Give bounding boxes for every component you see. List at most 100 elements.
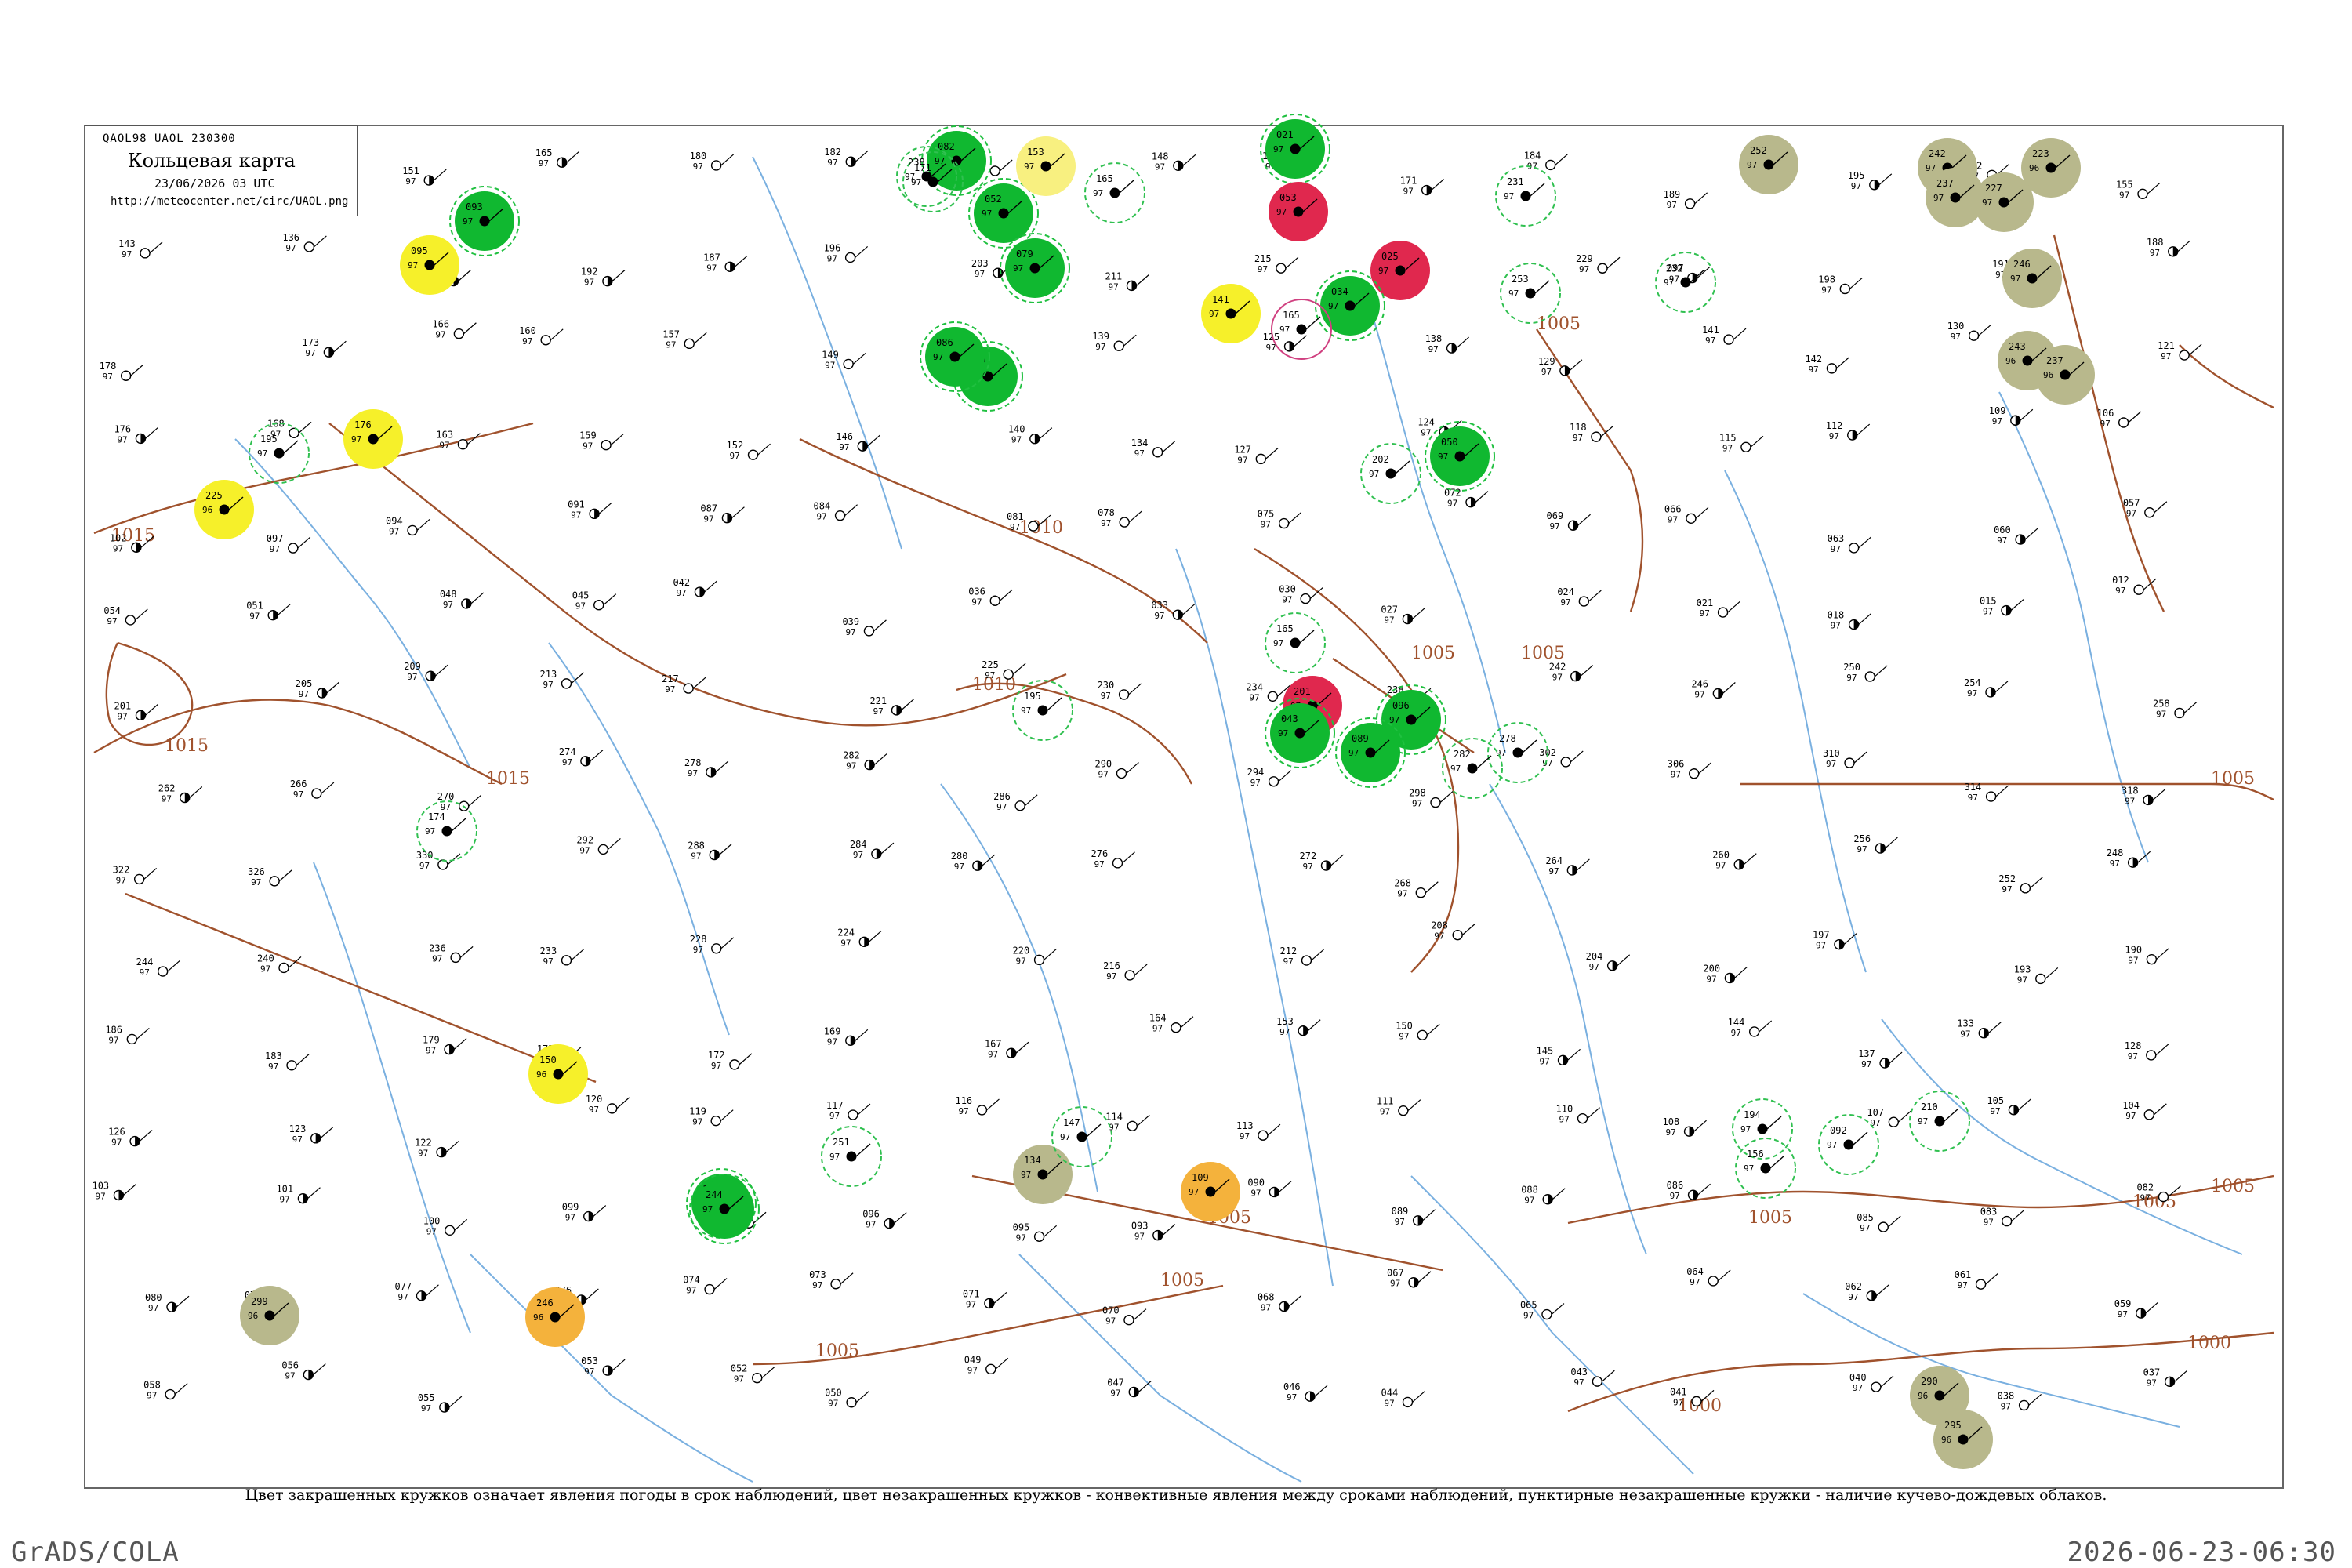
station-temp: 97 xyxy=(676,588,686,598)
station-pressure: 145 xyxy=(1537,1045,1554,1056)
station-circle xyxy=(1171,1022,1181,1033)
station-circle xyxy=(1300,593,1311,604)
station-pressure: 121 xyxy=(2158,340,2175,351)
station-pressure: 229 xyxy=(1576,253,1593,264)
station-temp: 97 xyxy=(425,826,435,837)
station-temp: 97 xyxy=(1240,1131,1250,1142)
station-temp: 97 xyxy=(285,243,296,253)
station-temp: 97 xyxy=(1093,188,1103,198)
station-pressure: 099 xyxy=(562,1202,579,1213)
station-temp: 97 xyxy=(734,1374,744,1385)
station-temp: 97 xyxy=(2125,796,2135,806)
station-circle xyxy=(1686,513,1697,524)
station-pressure: 286 xyxy=(993,791,1011,802)
weather-station-green: 08697 xyxy=(920,321,990,392)
station-pressure: 242 xyxy=(1549,662,1566,673)
station-pressure: 134 xyxy=(1024,1155,1041,1166)
station-pressure: 220 xyxy=(1013,945,1030,956)
station-temp: 97 xyxy=(1700,608,1710,619)
station-temp: 97 xyxy=(2119,190,2129,200)
station-pressure: 223 xyxy=(2032,148,2049,159)
station-temp: 97 xyxy=(1450,764,1461,774)
station-pressure: 097 xyxy=(1667,263,1684,274)
station-circle xyxy=(1268,776,1279,787)
station-pressure: 015 xyxy=(1980,596,1997,607)
station-temp: 97 xyxy=(1671,770,1681,780)
station-temp: 97 xyxy=(686,1286,696,1296)
station-circle xyxy=(444,1225,456,1236)
station-pressure: 062 xyxy=(1845,1281,1862,1292)
station-temp: 97 xyxy=(426,1046,436,1056)
station-temp: 97 xyxy=(292,1134,303,1145)
station-temp: 97 xyxy=(2125,1111,2136,1121)
station-pressure: 081 xyxy=(1007,511,1024,522)
station-temp: 97 xyxy=(1328,301,1338,311)
station-pressure: 231 xyxy=(1507,176,1524,187)
station-pressure: 055 xyxy=(418,1392,435,1403)
station-temp: 97 xyxy=(1960,1029,1970,1040)
station-temp: 97 xyxy=(1926,163,1936,173)
station-circle xyxy=(1592,1376,1603,1387)
station-pressure: 234 xyxy=(1246,681,1263,692)
station-circle xyxy=(747,449,759,460)
station-temp: 97 xyxy=(432,953,442,964)
station-pressure: 057 xyxy=(2123,498,2140,509)
station-temp: 97 xyxy=(1287,1392,1297,1403)
station-circle xyxy=(729,1059,740,1070)
station-circle xyxy=(457,439,469,450)
station-pressure: 171 xyxy=(1400,176,1417,187)
station-pressure: 042 xyxy=(673,577,690,588)
station-pressure: 243 xyxy=(2009,341,2026,352)
station-temp: 97 xyxy=(829,1152,840,1162)
station-pressure: 079 xyxy=(1016,249,1033,260)
station-pressure: 021 xyxy=(1697,597,1714,608)
station-temp: 97 xyxy=(571,510,581,520)
station-pressure: 103 xyxy=(92,1180,109,1191)
weather-station-red: 05397 xyxy=(1269,182,1328,241)
station-pressure: 115 xyxy=(1719,432,1737,443)
station-pressure: 155 xyxy=(2116,179,2133,190)
station-temp: 97 xyxy=(1670,1191,1680,1201)
station-pressure: 264 xyxy=(1545,855,1563,866)
station-temp: 97 xyxy=(435,330,445,340)
station-pressure: 097 xyxy=(267,533,284,544)
station-pressure: 225 xyxy=(205,490,223,501)
station-temp: 97 xyxy=(1249,692,1259,702)
station-pressure: 152 xyxy=(727,440,744,451)
station-pressure: 200 xyxy=(1703,963,1720,974)
weather-station-orange: 24696 xyxy=(525,1287,585,1347)
station-temp: 97 xyxy=(1098,770,1108,780)
station-temp: 97 xyxy=(839,442,849,452)
station-circle xyxy=(1871,1381,1882,1392)
station-pressure: 221 xyxy=(869,695,887,706)
station-temp: 97 xyxy=(982,209,992,219)
station-pressure: 113 xyxy=(1236,1120,1254,1131)
station-pressure: 116 xyxy=(955,1095,972,1106)
station-pressure: 205 xyxy=(296,678,313,689)
station-pressure: 201 xyxy=(1294,686,1311,697)
station-temp: 97 xyxy=(111,1138,122,1148)
station-circle xyxy=(1395,265,1406,276)
station-temp: 97 xyxy=(1694,690,1704,700)
station-pressure: 179 xyxy=(423,1035,440,1046)
station-circle xyxy=(157,966,169,977)
station-pressure: 109 xyxy=(1192,1172,1209,1183)
station-circle xyxy=(1033,1231,1045,1243)
station-temp: 97 xyxy=(1552,673,1563,683)
station-temp: 97 xyxy=(691,851,701,861)
station-pressure: 106 xyxy=(2097,408,2114,419)
station-temp: 97 xyxy=(1690,1277,1700,1287)
station-pressure: 252 xyxy=(1750,145,1767,156)
station-temp: 96 xyxy=(1941,1435,1951,1445)
station-temp: 97 xyxy=(1378,266,1388,276)
station-temp: 97 xyxy=(579,845,590,855)
station-circle xyxy=(424,260,435,270)
station-circle xyxy=(1003,669,1014,680)
station-circle xyxy=(561,678,572,689)
station-pressure: 129 xyxy=(1538,356,1555,367)
station-temp: 97 xyxy=(829,1111,840,1121)
station-circle xyxy=(1452,929,1463,941)
station-temp: 97 xyxy=(426,1226,437,1236)
station-pressure: 272 xyxy=(1300,851,1317,862)
station-pressure: 093 xyxy=(1131,1221,1149,1232)
